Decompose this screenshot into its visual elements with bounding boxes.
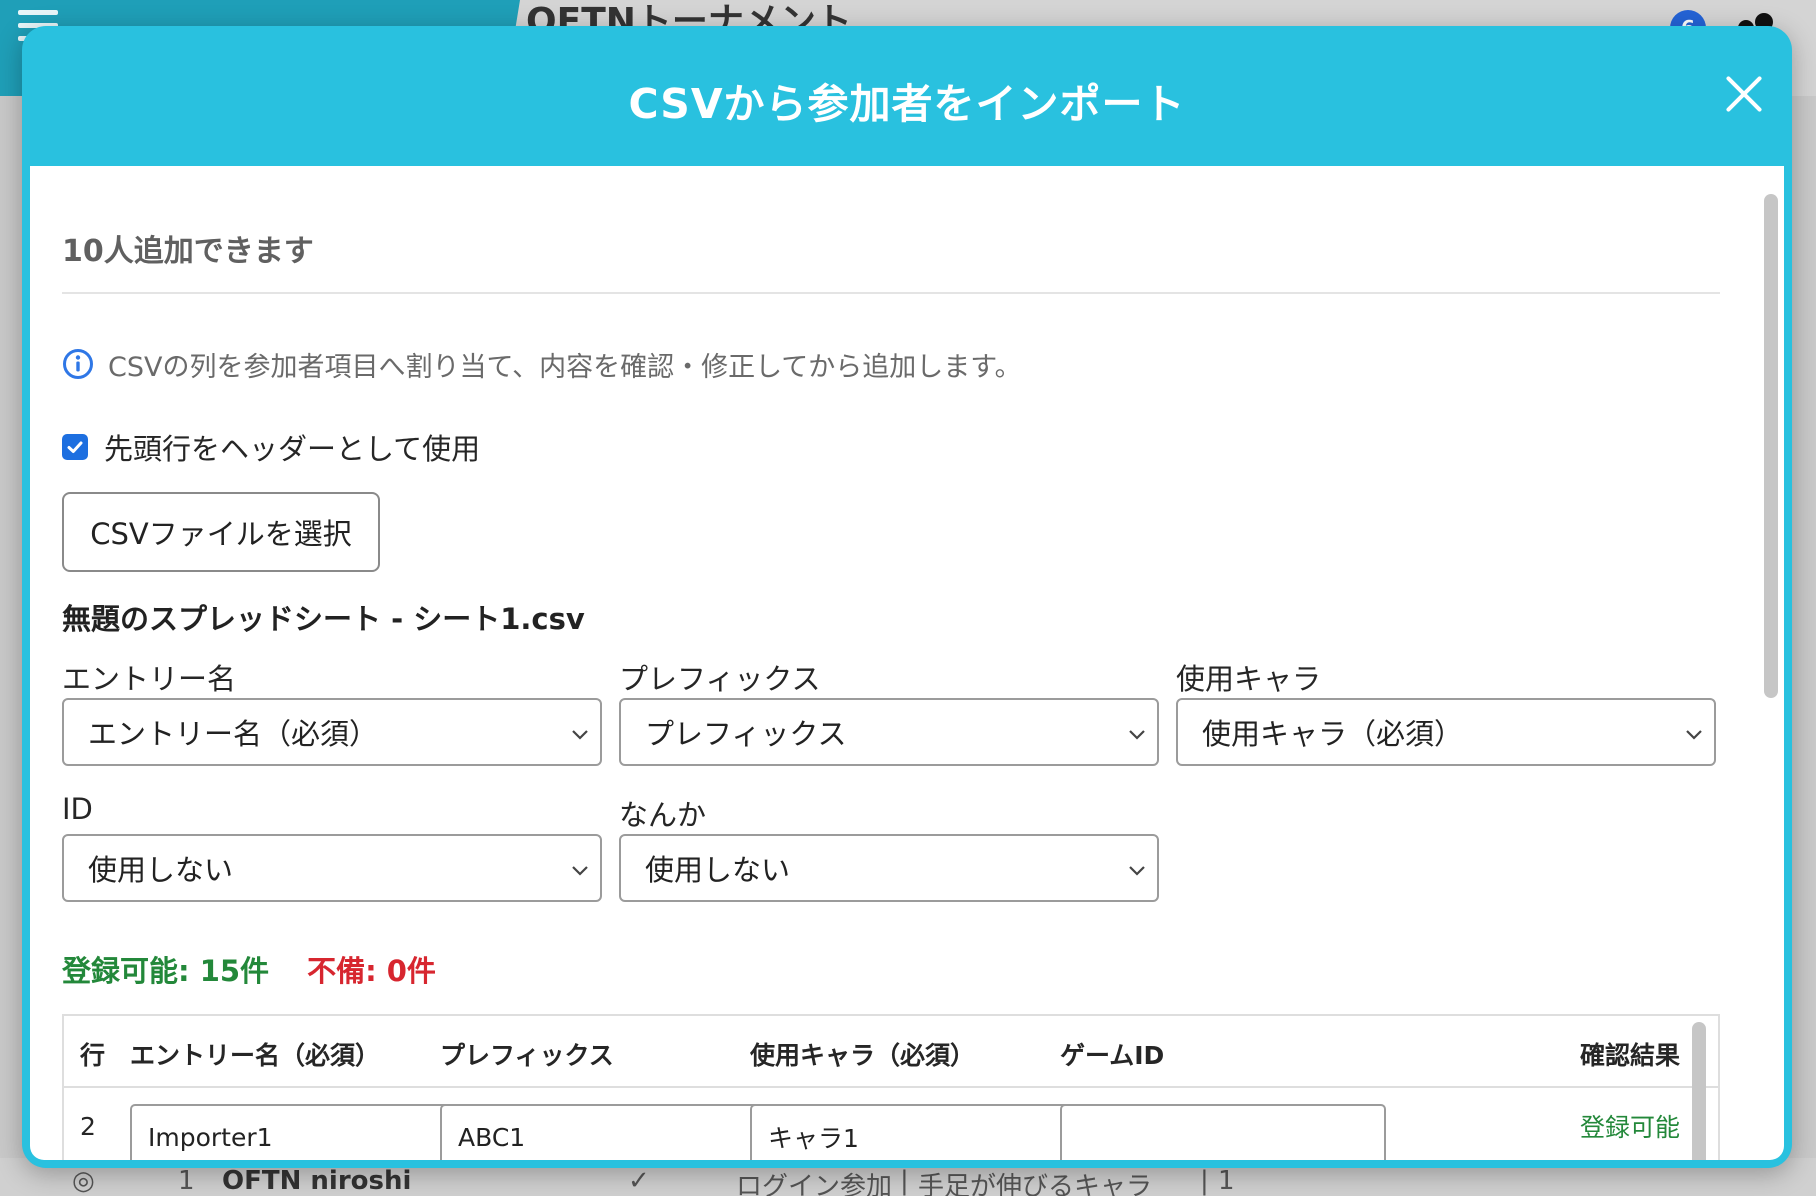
column-header-prefix: プレフィックス [440,1041,614,1070]
header-row-option[interactable]: 先頭行をヘッダーとして使用 [62,426,480,468]
divider [62,292,1720,294]
row-separator-icon: | [900,1166,909,1196]
info-message: CSVの列を参加者項目へ割り当て、内容を確認・修正してから追加します。 [62,346,1022,383]
row-count: 1 [1218,1166,1235,1196]
row-character: 手足が伸びるキャラ [918,1172,1153,1196]
character-value: キャラ1 [768,1124,859,1153]
row-entry-name: OFTN niroshi [222,1166,412,1196]
mapping-label-prefix: プレフィックス [619,662,821,696]
header-row-checkbox[interactable] [62,434,88,460]
selected-file-name: 無題のスプレッドシート - シート1.csv [62,602,585,636]
select-csv-button[interactable]: CSVファイルを選択 [62,492,380,572]
info-text: CSVの列を参加者項目へ割り当て、内容を確認・修正してから追加します。 [108,351,1022,383]
entry-name-input[interactable]: Importer1 [130,1104,456,1160]
column-header-row: 行 [80,1041,106,1070]
mapping-select-misc[interactable]: 使用しない [619,834,1159,902]
info-icon [63,349,93,379]
prefix-input[interactable]: ABC1 [440,1104,766,1160]
mapping-select-value: 使用キャラ（必須） [1202,717,1464,751]
row-join-mode: ログイン参加 [736,1172,893,1196]
close-icon[interactable] [1716,66,1772,122]
modal-body: 10人追加できます CSVの列を参加者項目へ割り当て、内容を確認・修正してから追… [30,166,1784,1160]
status-ok-count: 登録可能: 15件 [62,954,270,988]
mapping-select-prefix[interactable]: プレフィックス [619,698,1159,766]
game-id-input[interactable] [1060,1104,1386,1160]
mapping-label-id: ID [62,792,93,826]
table-row-number: 2 [80,1112,96,1141]
entry-name-value: Importer1 [148,1122,273,1152]
header-row-checkbox-label[interactable]: 先頭行をヘッダーとして使用 [104,426,480,468]
mapping-label-misc: なんか [619,798,707,832]
mapping-select-id[interactable]: 使用しない [62,834,602,902]
table-header: 行 エントリー名（必須） プレフィックス 使用キャラ（必須） ゲームID 確認結… [64,1016,1718,1088]
row-separator-icon: | [1200,1166,1209,1196]
modal-title: CSVから参加者をインポート [628,80,1186,128]
chevron-down-icon [572,730,588,740]
row-result-badge: 登録可能 [1579,1113,1680,1142]
chevron-down-icon [1129,866,1145,876]
chevron-down-icon [1686,730,1702,740]
mapping-select-value: エントリー名（必須） [88,717,379,751]
status-error-count: 不備: 0件 [307,954,436,988]
mapping-label-character: 使用キャラ [1176,662,1322,696]
row-rank: 1 [178,1166,195,1196]
mapping-select-value: 使用しない [88,853,234,887]
mapping-select-character[interactable]: 使用キャラ（必須） [1176,698,1716,766]
import-modal: CSVから参加者をインポート 10人追加できます CSVの列を参加者項目へ割り当… [22,26,1792,1168]
preview-table: 行 エントリー名（必須） プレフィックス 使用キャラ（必須） ゲームID 確認結… [62,1014,1720,1160]
character-input[interactable]: キャラ1 [750,1104,1076,1160]
validation-summary: 登録可能: 15件 不備: 0件 [62,948,436,990]
column-header-game-id: ゲームID [1060,1041,1165,1070]
chevron-down-icon [572,866,588,876]
mapping-select-value: プレフィックス [645,717,847,751]
row-check-icon: ✓ [628,1166,650,1196]
mapping-select-entry-name[interactable]: エントリー名（必須） [62,698,602,766]
chevron-down-icon [1129,730,1145,740]
mapping-select-value: 使用しない [645,853,791,887]
table-scrollbar[interactable] [1692,1022,1706,1160]
prefix-value: ABC1 [458,1122,526,1152]
row-target-icon: ◎ [72,1166,95,1196]
checkmark-icon [67,441,83,453]
addable-count: 10人追加できます [62,234,314,269]
column-header-character: 使用キャラ（必須） [750,1041,976,1070]
column-header-entry-name: エントリー名（必須） [130,1041,381,1070]
column-header-result: 確認結果 [1579,1041,1680,1070]
mapping-label-entry-name: エントリー名 [62,662,237,696]
modal-scrollbar[interactable] [1764,194,1778,698]
